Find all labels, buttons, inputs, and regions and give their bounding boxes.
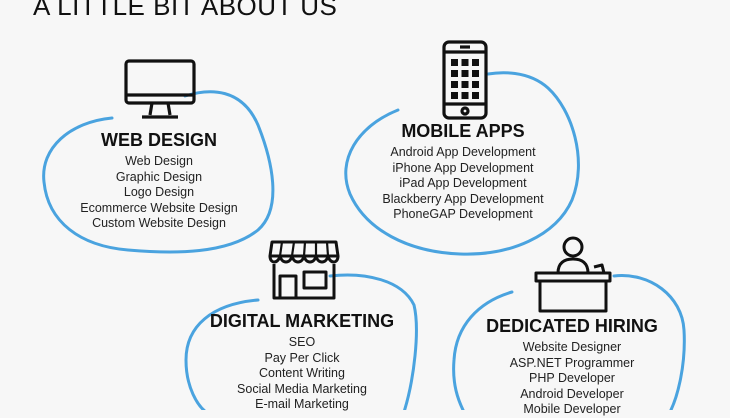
list-item: Web Design — [125, 154, 193, 168]
smartphone-icon — [442, 40, 488, 120]
service-title-dedicated-hiring: DEDICATED HIRING — [486, 316, 658, 336]
monitor-icon — [124, 59, 196, 119]
reception-desk-icon — [534, 236, 612, 313]
service-list-mobile-apps: Android App Development iPhone App Devel… — [372, 145, 554, 223]
list-item: Ecommerce Website Design — [80, 200, 238, 215]
list-item: ASP.NET Programmer — [509, 355, 635, 370]
service-list-web-design: Web Design Graphic Design Logo Design Ec… — [72, 154, 246, 232]
list-item: Content Writing — [259, 366, 345, 381]
service-list-digital-marketing: SEO Pay Per Click Content Writing Social… — [222, 335, 382, 413]
service-title-web-design: WEB DESIGN — [100, 130, 217, 150]
list-item: iPad App Development — [399, 176, 527, 191]
list-item: PhoneGAP Development — [393, 207, 533, 222]
list-item: Logo Design — [123, 185, 195, 200]
list-item: Custom Website Design — [92, 216, 226, 231]
list-item: E-mail Marketing — [255, 397, 349, 412]
list-item: Android Developer — [520, 386, 624, 401]
list-item: Social Media Marketing — [237, 381, 367, 396]
list-item: iPhone App Development — [392, 160, 534, 175]
list-item: Android App Development — [390, 145, 536, 159]
list-item: Blackberry App Development — [382, 191, 544, 206]
list-item: Pay Per Click — [264, 350, 340, 365]
list-item: Website Designer — [522, 340, 622, 354]
list-item: Graphic Design — [115, 169, 203, 184]
list-item: PHP Developer — [529, 371, 615, 386]
list-item: Mobile Developer — [523, 402, 621, 417]
storefront-icon — [268, 240, 340, 300]
service-title-mobile-apps: MOBILE APPS — [401, 121, 525, 141]
service-title-digital-marketing: DIGITAL MARKETING — [209, 311, 395, 331]
service-list-dedicated-hiring: Website Designer ASP.NET Programmer PHP … — [500, 340, 644, 418]
list-item: SEO — [288, 335, 316, 349]
